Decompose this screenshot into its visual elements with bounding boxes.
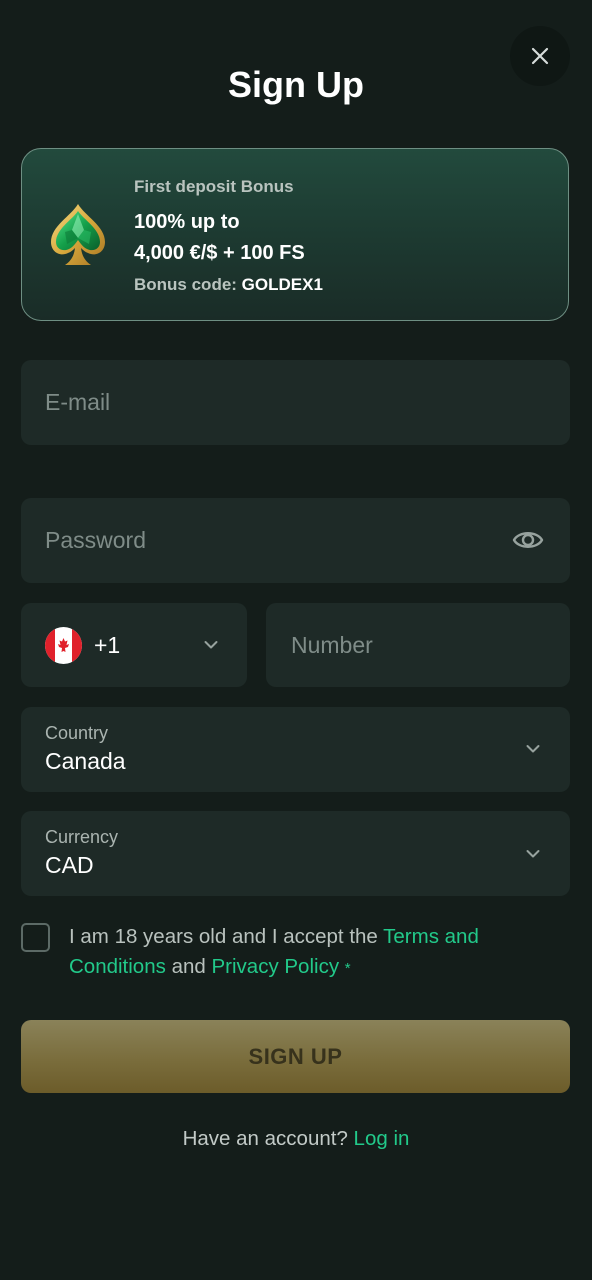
email-placeholder: E-mail	[45, 389, 111, 415]
bonus-code-value: GOLDEX1	[241, 275, 323, 294]
terms-text-before: I am 18 years old and I accept the	[69, 925, 384, 948]
phone-number-placeholder: Number	[291, 632, 373, 658]
bonus-amount-line1: 100% up to	[134, 211, 240, 233]
bonus-code: Bonus code: GOLDEX1	[134, 275, 323, 295]
terms-text: I am 18 years old and I accept the Terms…	[69, 922, 539, 984]
chevron-down-icon	[526, 745, 540, 753]
login-prompt: Have an account? Log in	[0, 1127, 592, 1151]
bonus-code-label: Bonus code:	[134, 275, 242, 294]
currency-value: CAD	[45, 852, 94, 878]
sign-up-button[interactable]: SIGN UP	[21, 1020, 570, 1093]
chevron-down-icon	[526, 850, 540, 858]
terms-text-middle: and	[165, 955, 212, 978]
bonus-amount-line2: 4,000 €/$ + 100 FS	[134, 242, 305, 264]
currency-select[interactable]: Currency CAD	[21, 811, 570, 896]
bonus-label: First deposit Bonus	[134, 177, 294, 196]
terms-checkbox[interactable]	[21, 923, 50, 952]
bonus-card: First deposit Bonus 100% up to 4,000 €/$…	[21, 148, 569, 321]
page-title: Sign Up	[228, 64, 364, 105]
country-select[interactable]: Country Canada	[21, 707, 570, 792]
dial-code-value: +1	[94, 632, 121, 658]
country-value: Canada	[45, 748, 126, 774]
canada-flag-icon	[45, 627, 82, 664]
password-field[interactable]: Password	[21, 498, 570, 583]
country-label: Country	[45, 723, 109, 743]
dial-code-select[interactable]: +1	[21, 603, 247, 687]
password-placeholder: Password	[45, 527, 146, 553]
emerald-spade-icon	[51, 204, 105, 265]
login-link[interactable]: Log in	[354, 1127, 410, 1150]
currency-label: Currency	[45, 827, 119, 847]
bonus-amount: 100% up to 4,000 €/$ + 100 FS	[134, 207, 305, 269]
eye-icon[interactable]	[512, 526, 544, 554]
privacy-policy-link[interactable]: Privacy Policy	[211, 955, 339, 978]
email-field[interactable]: E-mail	[21, 360, 570, 445]
phone-number-field[interactable]: Number	[266, 603, 570, 687]
sign-up-page: Sign Up First deposit Bonus 100% up to 4…	[0, 0, 592, 1280]
login-question: Have an account?	[182, 1127, 354, 1150]
chevron-down-icon	[204, 641, 218, 649]
required-mark: *	[344, 960, 351, 977]
